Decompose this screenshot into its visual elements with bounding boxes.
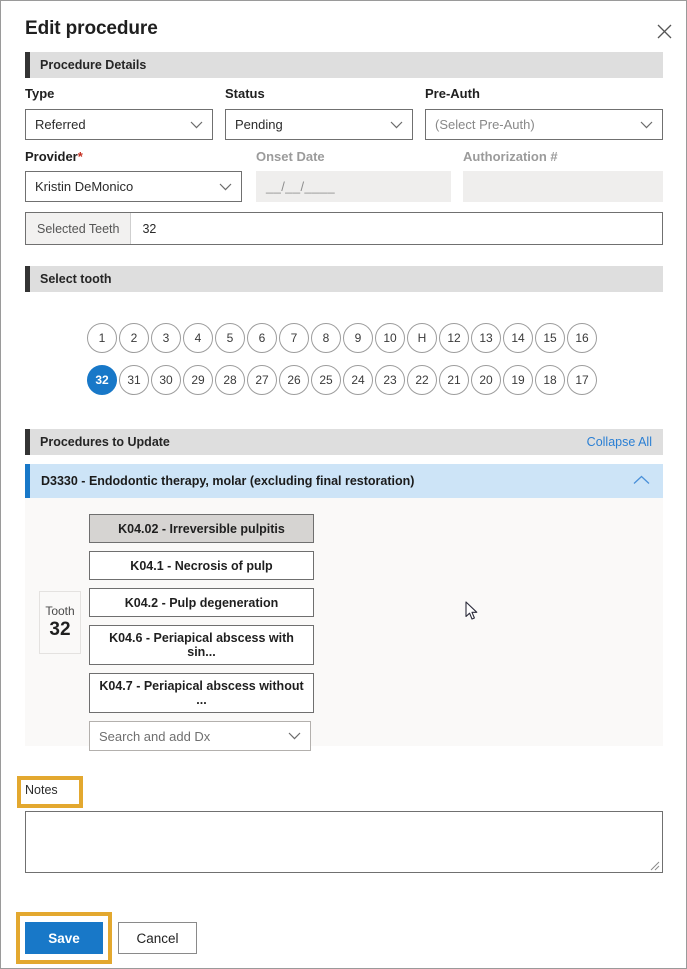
- selected-teeth-value: 32: [142, 221, 157, 236]
- type-value: Referred: [35, 117, 86, 132]
- status-value: Pending: [235, 117, 283, 132]
- tooth-14[interactable]: 14: [503, 323, 533, 353]
- tooth-25[interactable]: 25: [311, 365, 341, 395]
- status-label: Status: [225, 86, 265, 101]
- provider-value: Kristin DeMonico: [35, 179, 134, 194]
- required-marker: *: [77, 149, 83, 164]
- tooth-12[interactable]: 12: [439, 323, 469, 353]
- save-button[interactable]: Save: [25, 922, 103, 954]
- section-title: Select tooth: [40, 272, 112, 286]
- tooth-7[interactable]: 7: [279, 323, 309, 353]
- chevron-down-icon: [390, 121, 403, 129]
- tooth-31[interactable]: 31: [119, 365, 149, 395]
- tooth-32[interactable]: 32: [87, 365, 117, 395]
- tooth-23[interactable]: 23: [375, 365, 405, 395]
- tooth-8[interactable]: 8: [311, 323, 341, 353]
- section-accent-bar: [25, 52, 30, 78]
- tooth-27[interactable]: 27: [247, 365, 277, 395]
- page-title: Edit procedure: [25, 18, 158, 39]
- diagnosis-button[interactable]: K04.6 - Periapical abscess with sin...: [89, 625, 314, 665]
- type-select[interactable]: Referred: [25, 109, 213, 140]
- tooth-17[interactable]: 17: [567, 365, 597, 395]
- procedure-accordion-header[interactable]: D3330 - Endodontic therapy, molar (exclu…: [25, 464, 663, 498]
- authorization-label: Authorization #: [463, 149, 558, 164]
- dx-search-placeholder: Search and add Dx: [99, 728, 211, 744]
- pre-auth-label: Pre-Auth: [425, 86, 480, 101]
- onset-date-label: Onset Date: [256, 149, 325, 164]
- tooth-9[interactable]: 9: [343, 323, 373, 353]
- tooth-cell-label: Tooth: [45, 604, 75, 618]
- authorization-field: [463, 171, 663, 202]
- diagnosis-button[interactable]: K04.7 - Periapical abscess without ...: [89, 673, 314, 713]
- onset-date-placeholder: __/__/____: [266, 179, 336, 194]
- tooth-1[interactable]: 1: [87, 323, 117, 353]
- chevron-down-icon: [219, 183, 232, 191]
- selected-teeth-label: Selected Teeth: [26, 213, 132, 244]
- provider-label: Provider*: [25, 149, 83, 164]
- tooth-2[interactable]: 2: [119, 323, 149, 353]
- type-label: Type: [25, 86, 55, 101]
- tooth-15[interactable]: 15: [535, 323, 565, 353]
- tooth-19[interactable]: 19: [503, 365, 533, 395]
- teeth-row-upper: 1 2 3 4 5 6 7 8 9 10 H 12 13 14 15 16: [87, 323, 597, 353]
- chevron-up-icon[interactable]: [633, 472, 650, 490]
- tooth-10[interactable]: 10: [375, 323, 405, 353]
- section-header-procedure-details: Procedure Details: [25, 52, 663, 78]
- dx-search-select[interactable]: Search and add Dx: [89, 721, 311, 751]
- tooth-24[interactable]: 24: [343, 365, 373, 395]
- tooth-3[interactable]: 3: [151, 323, 181, 353]
- cancel-button[interactable]: Cancel: [118, 922, 197, 954]
- procedure-code-title: D3330 - Endodontic therapy, molar (exclu…: [41, 474, 415, 488]
- tooth-5[interactable]: 5: [215, 323, 245, 353]
- tooth-6[interactable]: 6: [247, 323, 277, 353]
- tooth-29[interactable]: 29: [183, 365, 213, 395]
- section-title: Procedure Details: [40, 58, 147, 72]
- section-header-procedures-to-update: Procedures to Update Collapse All: [25, 429, 663, 455]
- tooth-cell-number: 32: [49, 619, 71, 640]
- tooth-26[interactable]: 26: [279, 365, 309, 395]
- procedure-accent-bar: [25, 464, 30, 498]
- tooth-30[interactable]: 30: [151, 365, 181, 395]
- tooth-13[interactable]: 13: [471, 323, 501, 353]
- diagnosis-button[interactable]: K04.2 - Pulp degeneration: [89, 588, 314, 617]
- section-accent-bar: [25, 429, 30, 455]
- chevron-down-icon: [190, 121, 203, 129]
- tooth-cell: Tooth 32: [39, 591, 81, 654]
- pre-auth-value: (Select Pre-Auth): [435, 117, 535, 132]
- tooth-4[interactable]: 4: [183, 323, 213, 353]
- pre-auth-select[interactable]: (Select Pre-Auth): [425, 109, 663, 140]
- status-select[interactable]: Pending: [225, 109, 413, 140]
- close-icon[interactable]: [652, 19, 676, 43]
- diagnosis-button[interactable]: K04.1 - Necrosis of pulp: [89, 551, 314, 580]
- chevron-down-icon: [288, 732, 301, 740]
- tooth-21[interactable]: 21: [439, 365, 469, 395]
- notes-textarea[interactable]: [25, 811, 663, 873]
- tooth-28[interactable]: 28: [215, 365, 245, 395]
- tooth-20[interactable]: 20: [471, 365, 501, 395]
- tooth-18[interactable]: 18: [535, 365, 565, 395]
- provider-select[interactable]: Kristin DeMonico: [25, 171, 242, 202]
- section-title: Procedures to Update: [40, 435, 170, 449]
- section-accent-bar: [25, 266, 30, 292]
- diagnosis-list: K04.02 - Irreversible pulpitis K04.1 - Ne…: [89, 514, 314, 751]
- notes-label: Notes: [25, 783, 58, 797]
- section-header-select-tooth: Select tooth: [25, 266, 663, 292]
- dialog-header: Edit procedure: [1, 1, 686, 51]
- provider-label-text: Provider: [25, 149, 78, 164]
- diagnosis-button[interactable]: K04.02 - Irreversible pulpitis: [89, 514, 314, 543]
- collapse-all-link[interactable]: Collapse All: [587, 435, 652, 449]
- selected-teeth-field[interactable]: Selected Teeth 32: [25, 212, 663, 245]
- tooth-H[interactable]: H: [407, 323, 437, 353]
- tooth-16[interactable]: 16: [567, 323, 597, 353]
- procedure-accordion-body: Tooth 32 K04.02 - Irreversible pulpitis K…: [25, 498, 663, 751]
- chevron-down-icon: [640, 121, 653, 129]
- edit-procedure-dialog: Edit procedure Procedure Details Type St…: [0, 0, 687, 969]
- onset-date-field: __/__/____: [256, 171, 451, 202]
- tooth-22[interactable]: 22: [407, 365, 437, 395]
- teeth-row-lower: 32 31 30 29 28 27 26 25 24 23 22 21 20 19 18 17: [87, 365, 597, 395]
